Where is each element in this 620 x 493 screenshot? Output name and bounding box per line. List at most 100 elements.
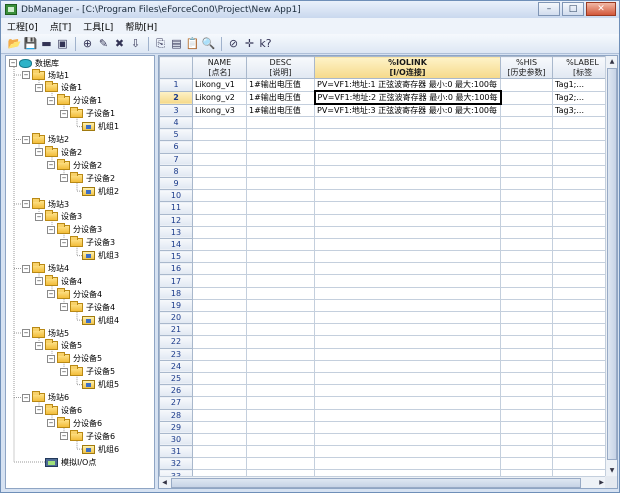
row-number[interactable]: 6 xyxy=(159,140,193,154)
collapse-icon[interactable]: − xyxy=(47,290,55,299)
cell-label[interactable] xyxy=(552,225,614,239)
cell-his[interactable] xyxy=(500,140,554,154)
cell-his[interactable] xyxy=(500,420,554,434)
tree-node-unit[interactable]: 机组4 xyxy=(72,314,119,326)
cell-iolink[interactable] xyxy=(313,262,502,276)
row-number[interactable]: 15 xyxy=(159,250,193,264)
cell-name[interactable] xyxy=(192,371,247,386)
cell-iolink[interactable]: PV=VF1:地址:2 正弦波寄存器 最小:0 最大:100每 xyxy=(313,90,502,105)
row-number[interactable]: 4 xyxy=(159,115,193,130)
cell-his[interactable] xyxy=(500,115,554,130)
cell-desc[interactable] xyxy=(246,408,315,422)
collapse-icon[interactable]: − xyxy=(60,303,68,312)
cell-desc[interactable] xyxy=(246,213,315,227)
cell-his[interactable] xyxy=(500,262,554,276)
cell-desc[interactable] xyxy=(246,384,315,398)
collapse-icon[interactable]: − xyxy=(47,354,55,363)
collapse-icon[interactable]: − xyxy=(22,264,30,273)
cell-desc[interactable] xyxy=(246,250,315,264)
cell-desc[interactable]: 1#输出电压值 xyxy=(246,103,315,117)
collapse-icon[interactable]: − xyxy=(22,71,30,79)
minimize-button[interactable]: – xyxy=(538,2,560,16)
cell-his[interactable] xyxy=(500,298,554,313)
tree-node-station[interactable]: − 场站1 xyxy=(22,68,69,81)
row-number[interactable]: 8 xyxy=(159,164,193,178)
row-number[interactable]: 16 xyxy=(159,262,193,276)
table-row[interactable]: 23 xyxy=(159,347,614,361)
cell-label[interactable] xyxy=(552,152,614,166)
table-row[interactable]: 24 xyxy=(159,359,614,373)
cell-his[interactable] xyxy=(500,445,554,459)
cell-label[interactable] xyxy=(552,445,614,459)
row-number[interactable]: 24 xyxy=(159,359,193,373)
cell-label[interactable] xyxy=(552,128,614,142)
cell-desc[interactable]: 1#输出电压值 xyxy=(246,78,315,92)
row-number[interactable]: 29 xyxy=(159,420,193,434)
table-row[interactable]: 20 xyxy=(159,310,614,325)
cell-iolink[interactable] xyxy=(313,274,502,288)
row-number[interactable]: 2 xyxy=(159,90,193,105)
cell-name[interactable] xyxy=(192,310,247,325)
cell-desc[interactable] xyxy=(246,237,315,252)
table-row[interactable]: 32 xyxy=(159,457,614,471)
row-number[interactable]: 7 xyxy=(159,152,193,166)
cell-name[interactable] xyxy=(192,189,247,203)
table-row[interactable]: 27 xyxy=(159,396,614,410)
row-number[interactable]: 17 xyxy=(159,274,193,288)
cell-label[interactable] xyxy=(552,347,614,361)
table-row[interactable]: 13 xyxy=(159,225,614,239)
cell-label[interactable] xyxy=(552,237,614,252)
scroll-left-arrow-icon[interactable]: ◀ xyxy=(159,477,170,488)
menu-point[interactable]: 点[T] xyxy=(50,20,72,33)
row-number[interactable]: 32 xyxy=(159,457,193,471)
cell-desc[interactable] xyxy=(246,140,315,154)
cell-name[interactable] xyxy=(192,201,247,215)
cell-iolink[interactable] xyxy=(313,396,502,410)
import-icon[interactable]: ⇩ xyxy=(128,36,143,51)
row-number[interactable]: 11 xyxy=(159,201,193,215)
table-row[interactable]: 16 xyxy=(159,262,614,276)
table-row[interactable]: 21 xyxy=(159,323,614,337)
tree-node-child-device[interactable]: − 子设备1 xyxy=(60,107,115,120)
cell-label[interactable] xyxy=(552,201,614,215)
cell-his[interactable] xyxy=(500,189,554,203)
collapse-icon[interactable]: − xyxy=(35,341,43,350)
cell-label[interactable] xyxy=(552,176,614,191)
cell-label[interactable] xyxy=(552,262,614,276)
cell-desc[interactable] xyxy=(246,347,315,361)
collapse-icon[interactable]: − xyxy=(60,367,68,376)
cell-iolink[interactable] xyxy=(313,384,502,398)
corner-header[interactable] xyxy=(159,56,193,79)
cell-his[interactable] xyxy=(500,274,554,288)
tree-node-unit[interactable]: 机组1 xyxy=(72,121,119,133)
collapse-icon[interactable]: − xyxy=(47,96,55,105)
cell-name[interactable] xyxy=(192,432,247,447)
tree-node-station[interactable]: − 场站6 xyxy=(22,391,69,404)
save-icon[interactable]: 💾 xyxy=(23,36,38,51)
tree-node-database[interactable]: − 数据库 xyxy=(9,57,59,69)
cell-name[interactable] xyxy=(192,408,247,422)
cell-desc[interactable] xyxy=(246,335,315,349)
tree-node-station[interactable]: − 场站2 xyxy=(22,133,69,146)
table-row[interactable]: 22 xyxy=(159,335,614,349)
table-row[interactable]: 1 Likong_v1 1#输出电压值 PV=VF1:地址:1 正弦波寄存器 最小:0… xyxy=(159,78,614,92)
cell-label[interactable] xyxy=(552,250,614,264)
stop-icon[interactable]: ⊘ xyxy=(226,36,241,51)
cell-label[interactable] xyxy=(552,432,614,447)
table-row[interactable]: 18 xyxy=(159,286,614,300)
cell-desc[interactable] xyxy=(246,201,315,215)
cell-iolink[interactable] xyxy=(313,335,502,349)
cell-iolink[interactable] xyxy=(313,408,502,422)
tree-node-subdevice[interactable]: − 分设备4 xyxy=(47,287,102,300)
edit-point-icon[interactable]: ✎ xyxy=(96,36,111,51)
cell-his[interactable] xyxy=(500,347,554,361)
row-number[interactable]: 25 xyxy=(159,371,193,386)
cell-his[interactable] xyxy=(500,213,554,227)
cell-his[interactable] xyxy=(500,408,554,422)
tree-node-device[interactable]: − 设备5 xyxy=(35,339,82,352)
table-row[interactable]: 5 xyxy=(159,128,614,142)
collapse-icon[interactable]: − xyxy=(22,200,30,208)
cell-desc[interactable] xyxy=(246,225,315,239)
cell-his[interactable] xyxy=(500,164,554,178)
tree-node-unit[interactable]: 机组6 xyxy=(72,443,119,455)
